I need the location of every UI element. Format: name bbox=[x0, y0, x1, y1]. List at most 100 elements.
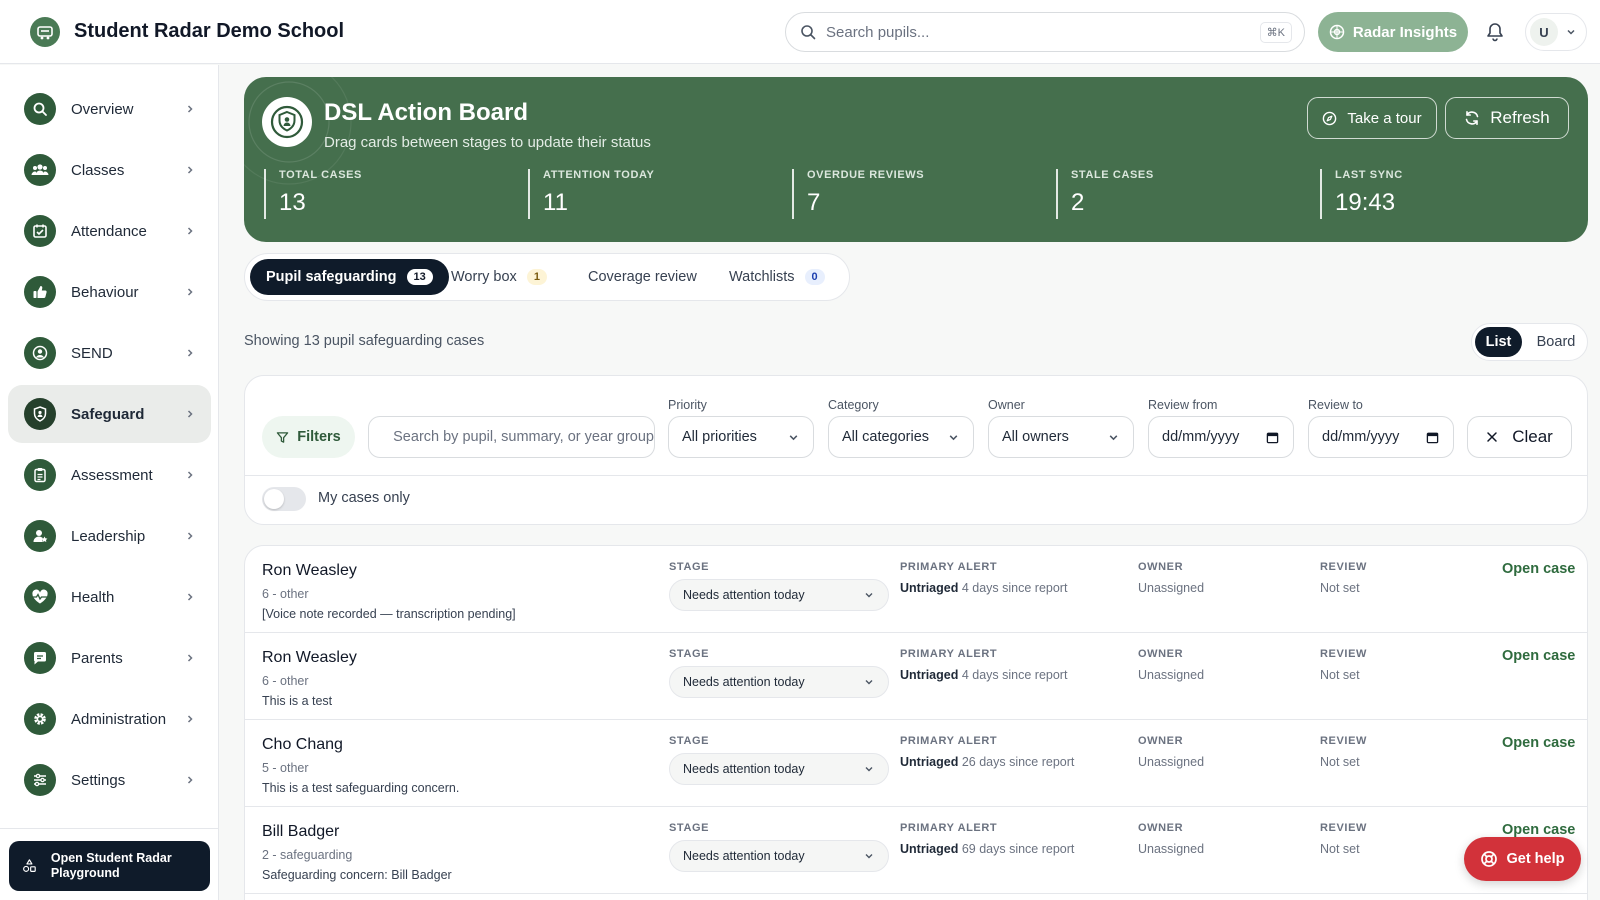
review-from-date-input[interactable]: dd/mm/yyyy bbox=[1148, 416, 1294, 458]
dsl-action-board-hero: DSL Action Board Drag cards between stag… bbox=[244, 77, 1588, 242]
board-view-button[interactable]: Board bbox=[1530, 327, 1582, 357]
sidebar-item-safeguard[interactable]: Safeguard bbox=[8, 385, 211, 443]
primary-alert-column-label: PRIMARY ALERT bbox=[900, 735, 998, 747]
category-select[interactable]: All categories bbox=[828, 416, 974, 458]
my-cases-toggle[interactable] bbox=[262, 487, 306, 511]
priority-select[interactable]: All priorities bbox=[668, 416, 814, 458]
sidebar-item-administration[interactable]: Administration bbox=[8, 690, 211, 748]
tab-worry-box[interactable]: Worry box 1 bbox=[451, 259, 547, 295]
calendar-icon[interactable] bbox=[1266, 431, 1279, 444]
tab-coverage-review[interactable]: Coverage review bbox=[588, 259, 697, 295]
stat-label: ATTENTION TODAY bbox=[543, 169, 655, 181]
compass-icon bbox=[1323, 111, 1337, 125]
refresh-button[interactable]: Refresh bbox=[1445, 97, 1569, 139]
owner-value: All owners bbox=[1002, 429, 1069, 445]
sidebar-item-overview[interactable]: Overview bbox=[8, 80, 211, 138]
case-owner: Unassigned bbox=[1138, 668, 1205, 682]
shield-user-icon bbox=[262, 97, 312, 147]
take-tour-button[interactable]: Take a tour bbox=[1307, 97, 1437, 139]
clear-filters-button[interactable]: Clear bbox=[1467, 416, 1572, 458]
pupil-name[interactable]: Cho Chang bbox=[262, 736, 343, 754]
sidebar-item-label: Parents bbox=[71, 649, 123, 667]
pupil-name[interactable]: Ron Weasley bbox=[262, 562, 357, 580]
pupil-year-category: 6 - other bbox=[262, 587, 309, 601]
pupil-year-category: 2 - safeguarding bbox=[262, 848, 353, 862]
sidebar-item-leadership[interactable]: Leadership bbox=[8, 507, 211, 565]
owner-select[interactable]: All owners bbox=[988, 416, 1134, 458]
filters-button[interactable]: Filters bbox=[262, 416, 355, 458]
open-case-link[interactable]: Open case bbox=[1502, 561, 1575, 577]
tab-label: Watchlists bbox=[729, 269, 795, 285]
get-help-button[interactable]: Get help bbox=[1464, 837, 1581, 881]
chevron-down-icon bbox=[865, 767, 873, 772]
review-from-value: dd/mm/yyyy bbox=[1162, 429, 1240, 445]
chevron-right-icon bbox=[187, 227, 193, 235]
review-date: Not set bbox=[1320, 668, 1360, 682]
user-star-icon bbox=[24, 520, 56, 552]
stat-overdue-reviews: OVERDUE REVIEWS 7 bbox=[792, 169, 924, 219]
user-menu[interactable]: U bbox=[1525, 13, 1587, 51]
tab-pupil-safeguarding[interactable]: Pupil safeguarding 13 bbox=[250, 259, 449, 295]
sidebar-item-label: Attendance bbox=[71, 222, 147, 240]
clear-label: Clear bbox=[1512, 427, 1553, 446]
brand[interactable]: Student Radar Demo School bbox=[30, 16, 345, 47]
sidebar-item-settings[interactable]: Settings bbox=[8, 751, 211, 809]
open-playground-button[interactable]: Open Student Radar Playground bbox=[9, 841, 210, 891]
stat-value: 2 bbox=[1071, 189, 1085, 216]
page-subtitle: Drag cards between stages to update thei… bbox=[324, 134, 651, 151]
chevron-right-icon bbox=[187, 349, 193, 357]
stage-select[interactable]: Needs attention today bbox=[669, 666, 889, 698]
pupil-search[interactable]: Search pupils... ⌘K bbox=[785, 12, 1305, 52]
refresh-icon bbox=[1465, 111, 1479, 125]
radar-insights-button[interactable]: Radar Insights bbox=[1318, 12, 1468, 52]
alert-status: Untriaged bbox=[900, 581, 959, 595]
sidebar-item-label: Administration bbox=[71, 710, 167, 728]
school-name: Student Radar Demo School bbox=[74, 20, 345, 42]
close-icon bbox=[1487, 432, 1497, 442]
stage-value: Needs attention today bbox=[683, 675, 805, 689]
refresh-label: Refresh bbox=[1490, 108, 1550, 127]
sidebar-item-send[interactable]: SEND bbox=[8, 324, 211, 382]
chevron-down-icon bbox=[865, 593, 873, 598]
stage-value: Needs attention today bbox=[683, 762, 805, 776]
toggle-knob bbox=[264, 489, 284, 509]
open-case-link[interactable]: Open case bbox=[1502, 735, 1575, 751]
list-view-button[interactable]: List bbox=[1475, 327, 1522, 357]
stage-select[interactable]: Needs attention today bbox=[669, 840, 889, 872]
review-to-date-input[interactable]: dd/mm/yyyy bbox=[1308, 416, 1454, 458]
review-date: Not set bbox=[1320, 755, 1360, 769]
primary-alert: Untriaged 26 days since report bbox=[900, 755, 1074, 769]
priority-value: All priorities bbox=[682, 429, 757, 445]
stage-select[interactable]: Needs attention today bbox=[669, 579, 889, 611]
stat-value: 19:43 bbox=[1335, 189, 1396, 216]
chevron-right-icon bbox=[187, 166, 193, 174]
shapes-icon bbox=[23, 859, 36, 872]
tab-watchlists[interactable]: Watchlists 0 bbox=[729, 259, 825, 295]
pupil-name[interactable]: Ron Weasley bbox=[262, 649, 357, 667]
bell-icon[interactable] bbox=[1486, 22, 1504, 42]
gear-icon bbox=[24, 703, 56, 735]
calendar-icon[interactable] bbox=[1426, 431, 1439, 444]
keyboard-shortcut: ⌘K bbox=[1259, 22, 1292, 43]
sidebar-item-parents[interactable]: Parents bbox=[8, 629, 211, 687]
pupil-name[interactable]: Bill Badger bbox=[262, 823, 339, 841]
chevron-down-icon bbox=[1567, 29, 1575, 35]
open-case-link[interactable]: Open case bbox=[1502, 822, 1575, 838]
review-from-label: Review from bbox=[1148, 398, 1218, 412]
table-row: Bill Badger 2 - safeguarding Safeguardin… bbox=[245, 807, 1587, 894]
radar-insights-label: Radar Insights bbox=[1352, 23, 1458, 41]
sidebar-item-classes[interactable]: Classes bbox=[8, 141, 211, 199]
owner-label: Owner bbox=[988, 398, 1025, 412]
chevron-down-icon bbox=[789, 434, 798, 440]
alert-status: Untriaged bbox=[900, 842, 959, 856]
sliders-icon bbox=[24, 764, 56, 796]
open-case-link[interactable]: Open case bbox=[1502, 648, 1575, 664]
case-search-input[interactable]: Search by pupil, summary, or year group bbox=[368, 416, 655, 458]
sidebar-item-behaviour[interactable]: Behaviour bbox=[8, 263, 211, 321]
sidebar-item-attendance[interactable]: Attendance bbox=[8, 202, 211, 260]
sidebar-item-assessment[interactable]: Assessment bbox=[8, 446, 211, 504]
stage-select[interactable]: Needs attention today bbox=[669, 753, 889, 785]
category-label: Category bbox=[828, 398, 879, 412]
sidebar-item-health[interactable]: Health bbox=[8, 568, 211, 626]
case-summary: This is a test bbox=[262, 694, 333, 708]
